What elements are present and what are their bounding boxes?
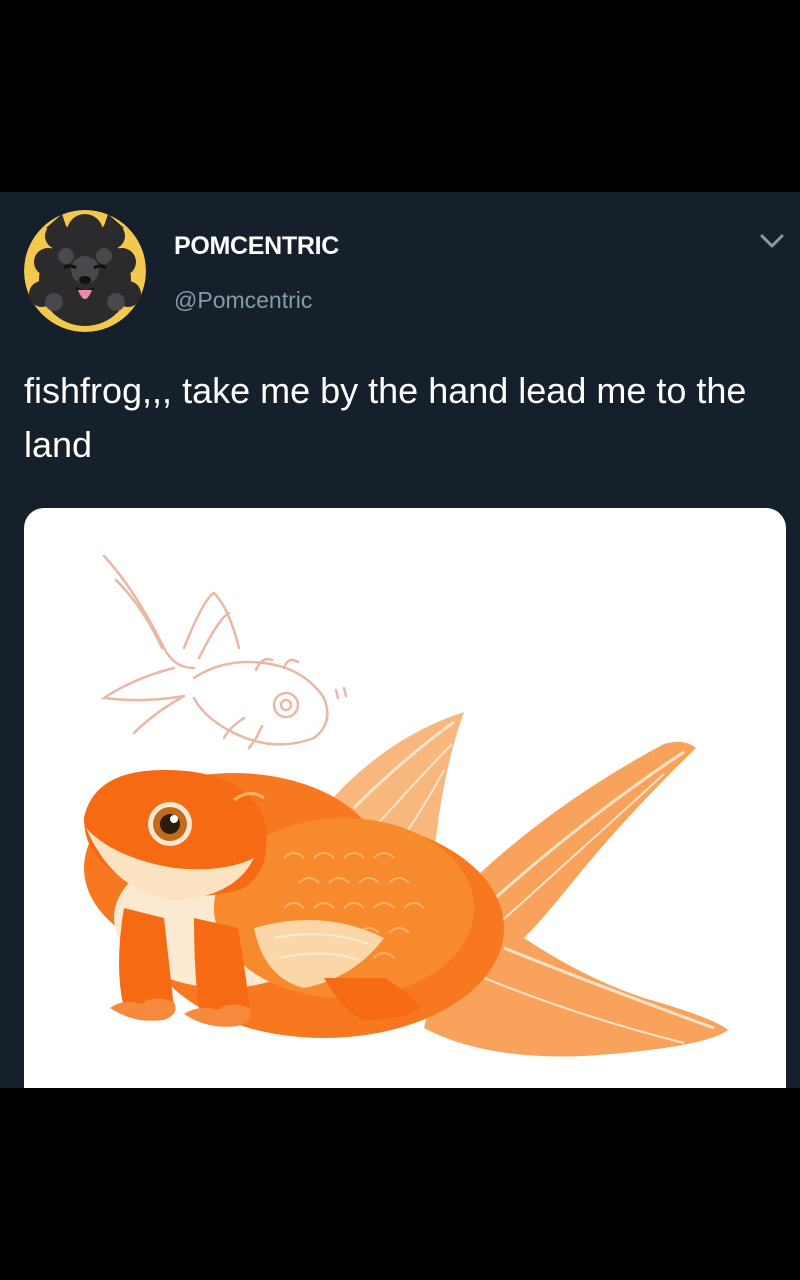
display-name[interactable]: POMCENTRIC [174,232,339,261]
tweet-text: fishfrog,,, take me by the hand lead me … [24,370,747,465]
tweet-card: POMCENTRIC @Pomcentric fishfrog,,, take … [0,192,800,1088]
pomeranian-avatar-icon [24,210,146,332]
profile-avatar[interactable] [24,210,146,332]
tweet-media-image[interactable] [24,508,786,1088]
fishfrog-illustration-icon [84,554,728,1057]
chevron-down-icon[interactable] [756,230,788,254]
user-handle[interactable]: @Pomcentric [174,287,312,314]
